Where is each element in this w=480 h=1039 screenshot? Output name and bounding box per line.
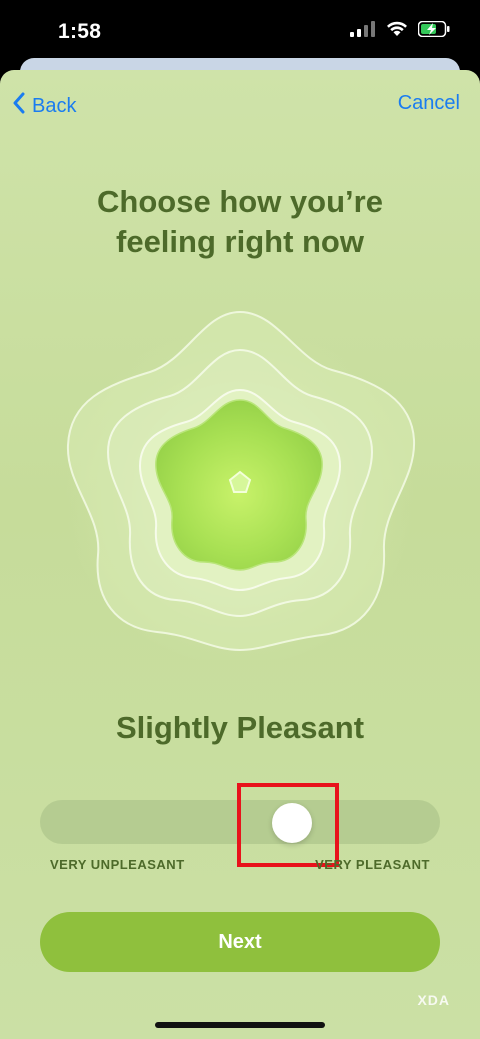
wifi-icon bbox=[386, 21, 408, 42]
status-bar: 1:58 bbox=[0, 0, 480, 64]
slider-max-label: VERY PLEASANT bbox=[315, 857, 430, 872]
xda-watermark: XDA bbox=[417, 992, 450, 1008]
title-line-2: feeling right now bbox=[116, 224, 364, 259]
battery-charging-icon bbox=[417, 20, 450, 42]
screen: 1:58 Back Cancel Choose how you’re feeli… bbox=[0, 0, 480, 1039]
back-button[interactable]: Back bbox=[12, 92, 76, 120]
highlight-box bbox=[237, 783, 339, 867]
back-label: Back bbox=[32, 94, 77, 117]
home-indicator[interactable] bbox=[155, 1022, 325, 1028]
status-icons bbox=[350, 20, 450, 42]
page-title: Choose how you’re feeling right now bbox=[0, 182, 480, 262]
next-button[interactable]: Next bbox=[40, 912, 440, 972]
mood-label: Slightly Pleasant bbox=[115, 710, 365, 745]
flower-mood-icon bbox=[62, 300, 418, 665]
slider-min-label: VERY UNPLEASANT bbox=[50, 857, 185, 872]
mood-sheet: Back Cancel Choose how you’re feeling ri… bbox=[0, 70, 480, 1039]
cancel-button[interactable]: Cancel bbox=[398, 92, 460, 115]
chevron-left-icon bbox=[12, 92, 26, 120]
status-time: 1:58 bbox=[58, 20, 102, 43]
cellular-signal-icon bbox=[350, 21, 376, 42]
title-line-1: Choose how you’re bbox=[97, 184, 383, 219]
